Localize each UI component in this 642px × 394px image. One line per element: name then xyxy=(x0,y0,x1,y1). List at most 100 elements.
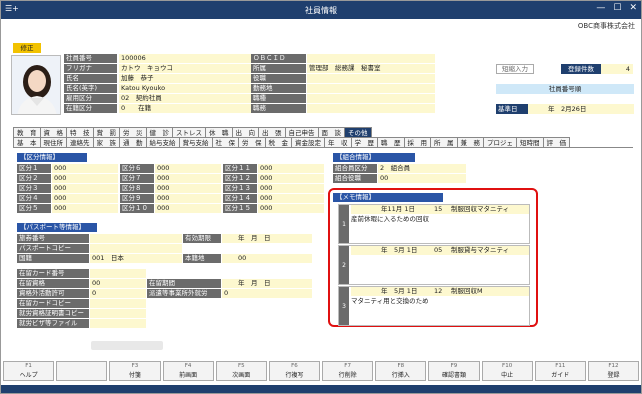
sort-order-field[interactable]: 社員番号順 xyxy=(496,84,634,94)
field-value[interactable]: 管理部 総務課 秘書室 xyxy=(307,64,435,73)
memo-text[interactable]: 産前休暇に入るための回収 xyxy=(351,215,529,224)
field-value[interactable] xyxy=(307,84,435,93)
tab-row2-14[interactable]: 採 用 xyxy=(403,137,431,147)
tab-11[interactable]: 面 談 xyxy=(317,127,345,137)
tab-7[interactable]: 休 職 xyxy=(205,127,233,137)
memo-code[interactable]: 12 xyxy=(434,287,448,296)
zairyu-value[interactable] xyxy=(90,309,146,318)
tab-row2-4[interactable]: 通 勤 xyxy=(119,137,147,147)
kumiai-value[interactable]: 00 xyxy=(378,174,466,183)
tab-row2-5[interactable]: 給与支給 xyxy=(145,137,180,147)
kubun-value[interactable]: 000 xyxy=(52,194,118,203)
tab-row2-13[interactable]: 職 歴 xyxy=(377,137,405,147)
tab-row2-18[interactable]: 短時間 xyxy=(516,137,544,147)
fkey-button[interactable]: F6 行複写 xyxy=(268,361,321,381)
tab-row2-2[interactable]: 連絡先 xyxy=(66,137,94,147)
fkey-button[interactable]: F5 次画面 xyxy=(215,361,267,381)
tab-row2-19[interactable]: 評 価 xyxy=(542,137,570,147)
kubun-value[interactable]: 000 xyxy=(155,164,221,173)
tab-12[interactable]: その他 xyxy=(344,127,372,137)
menu-icon[interactable]: ☰+ xyxy=(5,4,19,13)
passport-value[interactable]: 001 日本 xyxy=(90,254,182,263)
memo-row[interactable]: 1 年11月 1日 15 制服回収マタニティ 産前休暇に入るための回収 xyxy=(338,204,530,244)
kubun-value[interactable]: 000 xyxy=(258,164,324,173)
kubun-value[interactable]: 000 xyxy=(258,174,324,183)
fkey-button[interactable]: F3 付箋 xyxy=(109,361,161,381)
fkey-button[interactable]: F11 ガイド xyxy=(534,361,586,381)
memo-text[interactable] xyxy=(351,256,529,265)
kumiai-value[interactable]: 2 組合員 xyxy=(378,164,466,173)
tab-row2-16[interactable]: 兼 務 xyxy=(456,137,484,147)
memo-text[interactable]: マタニティ用と交換のため xyxy=(351,297,529,306)
minimize-icon[interactable]: — xyxy=(596,3,605,13)
tab-row2-10[interactable]: 資金設定 xyxy=(291,137,325,147)
field-value[interactable]: Katou Kyouko xyxy=(119,84,251,93)
maximize-icon[interactable]: ☐ xyxy=(613,3,621,13)
zairyu-value[interactable]: 0 xyxy=(222,289,312,298)
fkey-button[interactable]: F7 行削除 xyxy=(322,361,374,381)
memo-type[interactable]: 制服回収マタニティ xyxy=(451,205,529,214)
tab-9[interactable]: 出 張 xyxy=(258,127,286,137)
fkey-button[interactable]: F10 中止 xyxy=(481,361,533,381)
tab-5[interactable]: 健 診 xyxy=(145,127,173,137)
memo-row[interactable]: 3年 5月 1日 12 制服回収M マタニティ用と交換のため xyxy=(338,286,530,326)
kubun-value[interactable]: 000 xyxy=(258,194,324,203)
kubun-value[interactable]: 000 xyxy=(258,204,324,213)
memo-code[interactable]: 05 xyxy=(434,246,448,255)
zairyu-value[interactable] xyxy=(90,269,146,278)
close-icon[interactable]: ✕ xyxy=(629,3,637,13)
memo-code[interactable]: 15 xyxy=(434,205,448,214)
zairyu-value[interactable]: 0 xyxy=(90,289,146,298)
fkey-button[interactable]: F8 行挿入 xyxy=(375,361,427,381)
kubun-value[interactable]: 000 xyxy=(258,184,324,193)
field-value[interactable]: カトウ キョウコ xyxy=(119,64,251,73)
tab-row2-0[interactable]: 基 本 xyxy=(13,137,41,147)
kubun-value[interactable]: 000 xyxy=(52,184,118,193)
tab-row2-6[interactable]: 賞与支給 xyxy=(178,137,213,147)
tab-row2-7[interactable]: 社 保 xyxy=(211,137,239,147)
kubun-value[interactable]: 000 xyxy=(155,184,221,193)
passport-value[interactable]: 年 月 日 xyxy=(222,234,312,243)
tab-0[interactable]: 教 育 xyxy=(13,127,41,137)
tab-row2-12[interactable]: 学 歴 xyxy=(350,137,378,147)
tab-row2-17[interactable]: プロジェ xyxy=(483,137,517,147)
base-date-value[interactable]: 年 2月26日 xyxy=(528,104,634,114)
fkey-button[interactable]: F4 前画面 xyxy=(162,361,214,381)
fkey-button[interactable]: F9 確認書類 xyxy=(428,361,480,381)
field-value[interactable] xyxy=(307,94,435,103)
field-value[interactable]: 0 在籍 xyxy=(119,104,251,113)
tab-3[interactable]: 賞 罰 xyxy=(92,127,120,137)
memo-type[interactable]: 制服貸与マタニティ xyxy=(451,246,529,255)
short-input-field[interactable]: 短縮入力 xyxy=(496,64,534,74)
tab-4[interactable]: 労 災 xyxy=(119,127,147,137)
tab-row2-8[interactable]: 労 保 xyxy=(238,137,266,147)
tab-row2-3[interactable]: 家 族 xyxy=(92,137,120,147)
field-value[interactable]: 02 契約社員 xyxy=(119,94,251,103)
horizontal-scrollbar[interactable] xyxy=(91,341,163,350)
passport-value[interactable] xyxy=(90,244,182,253)
tab-10[interactable]: 自己申告 xyxy=(284,127,319,137)
tab-2[interactable]: 特 技 xyxy=(66,127,94,137)
tab-1[interactable]: 資 格 xyxy=(39,127,67,137)
fkey-button[interactable] xyxy=(56,361,108,381)
kubun-value[interactable]: 000 xyxy=(155,194,221,203)
tab-row2-15[interactable]: 所 属 xyxy=(430,137,458,147)
fkey-button[interactable]: F1 ヘルプ xyxy=(3,361,55,381)
kubun-value[interactable]: 000 xyxy=(155,174,221,183)
zairyu-value[interactable] xyxy=(90,319,146,328)
field-value[interactable] xyxy=(307,54,435,63)
memo-type[interactable]: 制服回収M xyxy=(451,287,529,296)
zairyu-value[interactable]: 00 xyxy=(90,279,146,288)
passport-value[interactable]: 00 xyxy=(222,254,312,263)
tab-row2-9[interactable]: 税 金 xyxy=(264,137,292,147)
kubun-value[interactable]: 000 xyxy=(52,204,118,213)
zairyu-value[interactable] xyxy=(90,299,146,308)
field-value[interactable] xyxy=(307,74,435,83)
kubun-value[interactable]: 000 xyxy=(52,164,118,173)
tab-row2-1[interactable]: 現住所 xyxy=(39,137,67,147)
tab-8[interactable]: 出 向 xyxy=(231,127,259,137)
fkey-button[interactable]: F12 登録 xyxy=(587,361,640,381)
tab-6[interactable]: ストレス xyxy=(172,127,206,137)
kubun-value[interactable]: 000 xyxy=(155,204,221,213)
tab-row2-11[interactable]: 年 収 xyxy=(324,137,352,147)
